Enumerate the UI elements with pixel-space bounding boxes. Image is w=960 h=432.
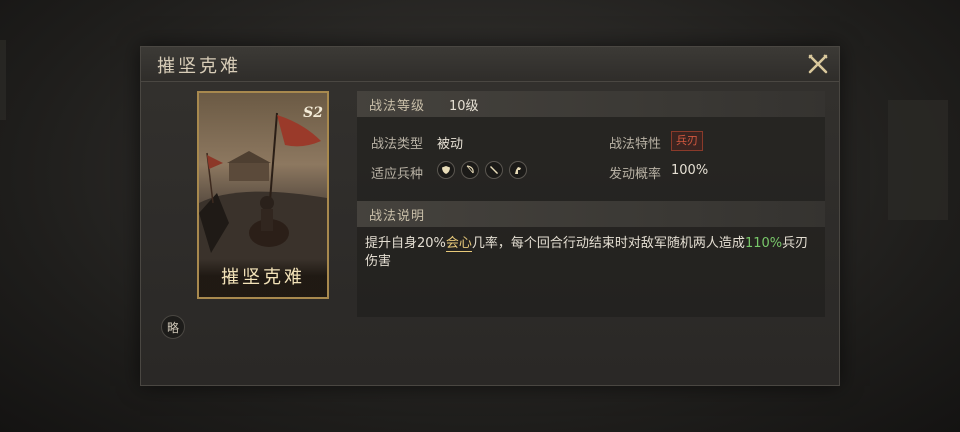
level-value: 10级 (449, 99, 479, 114)
shield-icon (437, 161, 455, 179)
bow-icon (461, 161, 479, 179)
spear-icon (485, 161, 503, 179)
horse-icon (509, 161, 527, 179)
tactic-detail-modal: 摧坚克难 S2 摧坚克难 略 战法等级 10级 战法类型 被动 战法特性 兵刃 … (140, 46, 840, 386)
description-label: 战法说明 (369, 209, 426, 224)
close-button[interactable] (805, 51, 831, 77)
chance-label: 发动概率 (609, 167, 662, 182)
description-text-2: 几率，每个回合行动结束时对敌军随机两人造成 (471, 236, 745, 251)
tactic-info-panel: 战法等级 10级 战法类型 被动 战法特性 兵刃 适应兵种 发动概率 100% … (357, 91, 825, 317)
card-title: 摧坚克难 (221, 267, 305, 288)
description-section-header: 战法说明 (357, 201, 825, 227)
units-label: 适应兵种 (371, 167, 424, 182)
modal-header: 摧坚克难 (141, 47, 839, 82)
trait-badge: 兵刃 (671, 131, 703, 151)
close-icon (808, 54, 828, 74)
type-label: 战法类型 (371, 137, 424, 152)
type-value: 被动 (437, 137, 464, 152)
background-left-strip (0, 40, 6, 120)
level-label: 战法等级 (369, 99, 426, 114)
level-section-header: 战法等级 10级 (357, 91, 825, 117)
crit-keyword[interactable]: 会心 (445, 236, 472, 252)
trait-label: 战法特性 (609, 137, 662, 152)
modal-title: 摧坚克难 (157, 56, 241, 77)
grade-badge: S2 (303, 105, 323, 121)
unit-icon-list (437, 161, 527, 179)
background-right-panel (888, 100, 948, 220)
brief-toggle-button[interactable]: 略 (161, 315, 185, 339)
chance-value: 100% (671, 163, 709, 178)
damage-rate: 110% (744, 236, 783, 251)
description-text-1: 提升自身20% (365, 236, 446, 251)
tactic-card: S2 摧坚克难 (197, 91, 329, 299)
tactic-description: 提升自身20%会心几率，每个回合行动结束时对敌军随机两人造成110%兵刃伤害 (365, 235, 817, 271)
